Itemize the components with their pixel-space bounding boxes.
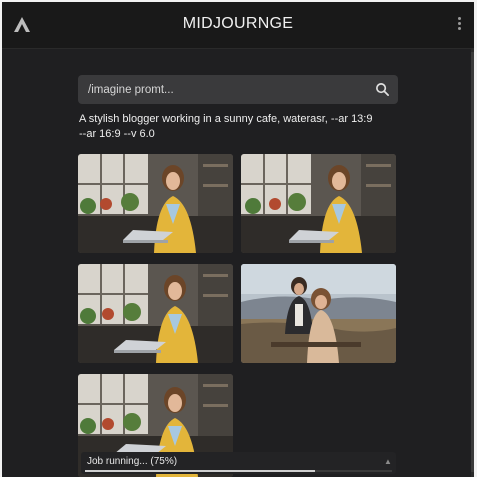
search-icon[interactable] [375, 82, 390, 97]
prompt-text: A stylish blogger working in a sunny caf… [79, 112, 379, 142]
scrollbar-thumb[interactable] [471, 52, 474, 472]
top-bar: MIDJOURNGE [2, 2, 474, 49]
expand-arrow-icon[interactable]: ▲ [384, 457, 392, 466]
search-input[interactable] [88, 75, 368, 104]
job-progress-track [85, 470, 392, 472]
image-3[interactable] [78, 264, 233, 363]
app-window: MIDJOURNGE A stylish blogger working in … [2, 2, 474, 477]
job-status-bar: Job running... (75%) ▲ [81, 452, 396, 474]
kebab-menu-icon[interactable] [452, 15, 466, 35]
prompt-line-2: --ar 16:9 --v 6.0 [79, 128, 155, 140]
image-1[interactable] [78, 154, 233, 253]
image-2[interactable] [241, 154, 396, 253]
search-bar [78, 75, 398, 104]
job-progress-fill [85, 470, 316, 472]
app-title: MIDJOURNGE [182, 15, 294, 32]
prompt-line-1: A stylish blogger working in a sunny caf… [79, 113, 373, 125]
job-status-text: Job running... (75%) [87, 456, 178, 467]
image-4[interactable] [241, 264, 396, 363]
